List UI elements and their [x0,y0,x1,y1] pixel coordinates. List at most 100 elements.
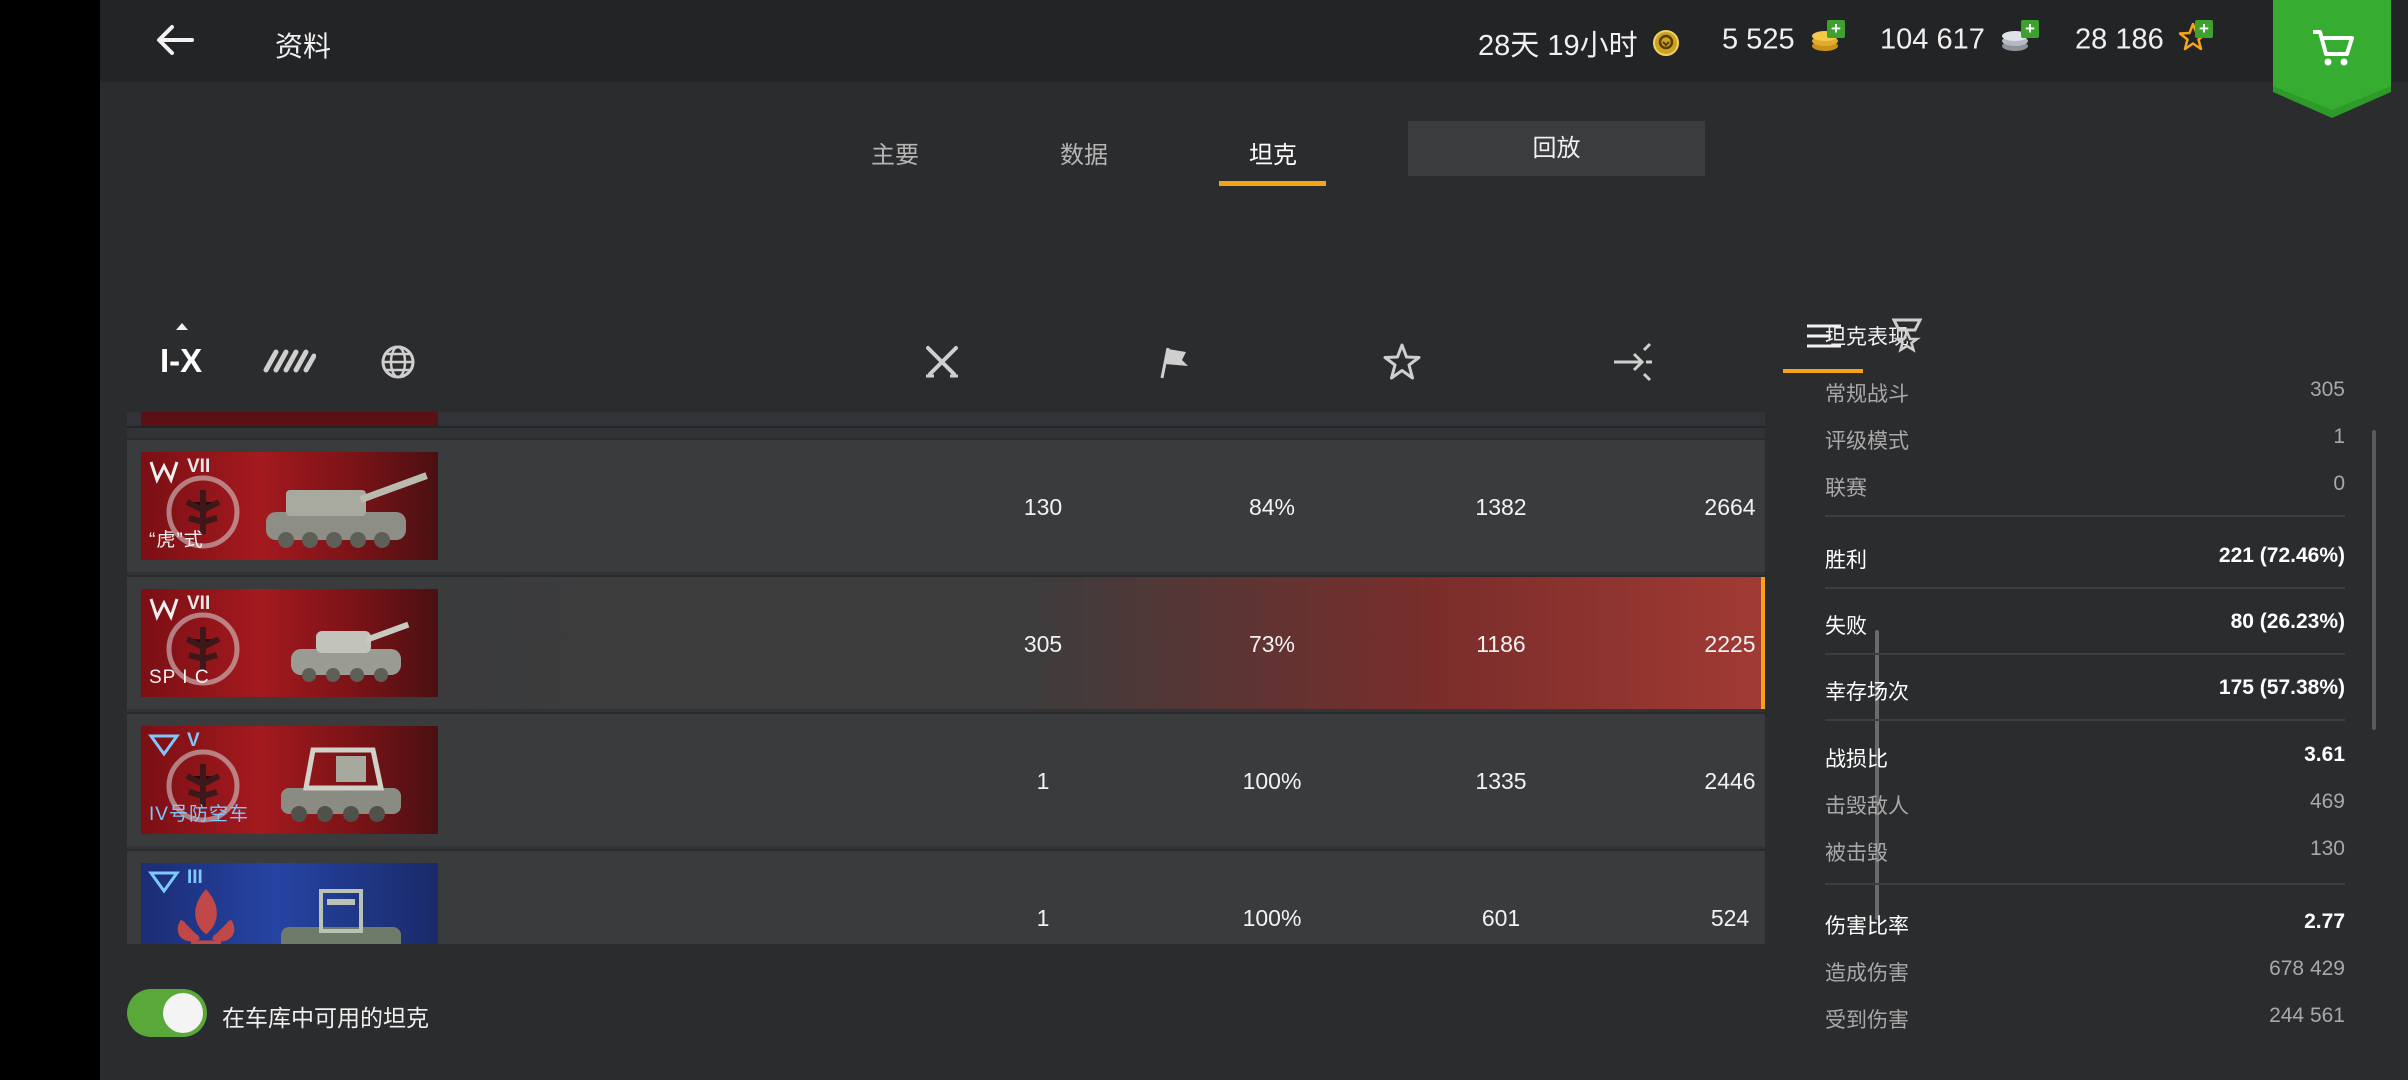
panel-tab-achievements[interactable] [1886,316,1930,356]
stat-value: 80 (26.23%) [2230,610,2345,633]
tank-tier: VII [187,593,211,614]
nation-filter-button[interactable] [262,342,317,387]
cart-icon [2311,28,2355,73]
crossed-swords-icon [920,346,964,388]
tank-name: IV号防空车 [149,804,249,825]
fleur-de-lis-icon [171,887,241,944]
win-rate-value: 100% [1242,768,1302,794]
tab-main[interactable]: 主要 [871,135,919,170]
stat-value: 244 561 [2269,1004,2345,1027]
stat-value: 678 429 [2269,957,2345,980]
stat-label: 击毁敌人 [1825,795,1909,818]
tank-list[interactable]: VII “虎”式 130 84% 1382 2664 VII SP I C 30… [127,412,1765,944]
star-icon [1380,343,1424,388]
tank-thumbnail: V IV号防空车 [141,726,438,834]
globe-icon [378,345,418,386]
stat-label: 被击毁 [1825,842,1888,865]
stat-value: 469 [2309,790,2345,813]
shop-button[interactable] [2273,0,2391,118]
tab-data[interactable]: 数据 [1060,135,1108,170]
tank-model-icon [251,877,431,944]
credits-value: 104 617 [1880,23,1985,56]
tank-row-selected[interactable]: VII SP I C 305 73% 1186 2225 [127,575,1765,709]
tank-thumbnail: VII SP I C [141,589,438,697]
panel-scrollbar[interactable] [2372,430,2376,730]
stat-divider [1825,719,2345,721]
tank-thumbnail: III [141,863,438,944]
list-scrollbar[interactable] [1875,630,1879,920]
win-rate-value: 84% [1248,494,1296,520]
tab-replays[interactable]: 回放 [1408,121,1705,176]
avg-damage-value: 2664 [1704,494,1756,520]
toggle-knob [163,993,203,1033]
list-divider [127,426,1765,428]
active-tab-indicator [1219,181,1326,186]
tank-model-icon [246,460,436,560]
battles-value: 1 [1036,905,1050,931]
tank-row[interactable]: V IV号防空车 1 100% 1335 2446 [127,712,1765,846]
gold-balance[interactable]: 5 525 [1722,22,1841,60]
avg-exp-column-header[interactable] [1380,340,1424,384]
avg-exp-value: 1186 [1476,631,1526,657]
avg-exp-value: 1335 [1475,768,1527,794]
stat-divider [1825,653,2345,655]
garage-available-toggle[interactable] [127,989,207,1037]
free-xp-value: 28 186 [2075,23,2164,56]
shell-hit-icon [1610,342,1654,388]
medal-icon [1886,318,1930,360]
avg-damage-value: 524 [1710,905,1750,931]
page-title: 资料 [275,31,332,62]
stat-label: 联赛 [1825,477,1867,500]
back-arrow-icon[interactable] [150,18,200,62]
stat-label: 幸存场次 [1825,681,1909,704]
stat-divider [1825,587,2345,589]
add-gold-button[interactable]: + [1827,20,1845,38]
panel-tab-stats[interactable] [1803,316,1847,356]
battles-value: 130 [1023,494,1063,520]
tier-filter-label: I-X [160,342,203,379]
sort-up-icon [174,318,190,336]
premium-time[interactable]: 28天 19小时 [1478,22,1680,65]
avg-damage-value: 2446 [1704,768,1756,794]
list-lines-icon [1803,324,1847,360]
add-free-xp-button[interactable]: + [2195,20,2213,38]
tank-class-icon [262,349,317,386]
stat-value: 175 (57.38%) [2218,676,2345,699]
stat-label: 失败 [1825,615,1867,638]
stat-value: 3.61 [2304,743,2345,766]
battles-value: 1 [1036,768,1050,794]
tank-model-icon [251,732,431,834]
stat-value: 305 [2309,378,2345,401]
add-credits-button[interactable]: + [2021,20,2039,38]
avg-damage-column-header[interactable] [1610,340,1654,384]
tank-row[interactable]: III 1 100% 601 524 [127,849,1765,944]
stat-label: 胜利 [1825,549,1867,572]
region-filter-button[interactable] [378,342,418,387]
victory-flag-icon [1150,347,1194,388]
toggle-label: 在车库中可用的坦克 [222,1005,429,1031]
avg-exp-value: 601 [1481,905,1521,931]
tank-row[interactable]: VII “虎”式 130 84% 1382 2664 [127,438,1765,572]
credits-balance[interactable]: 104 617 [1880,22,2031,60]
stat-value: 1 [2333,425,2345,448]
stat-divider [1825,883,2345,885]
tank-name: SP I C [149,667,210,688]
tab-tanks[interactable]: 坦克 [1249,135,1297,170]
avg-damage-value: 2225 [1704,631,1756,657]
premium-time-value: 28天 19小时 [1478,30,1638,62]
stat-value: 2.77 [2304,910,2345,933]
win-rate-column-header[interactable] [1150,340,1194,384]
win-rate-value: 73% [1248,631,1296,657]
avg-exp-value: 1382 [1475,494,1527,520]
stat-value: 221 (72.46%) [2218,544,2345,567]
free-xp-balance[interactable]: 28 186 [2075,22,2208,60]
stat-label: 常规战斗 [1825,383,1909,406]
stat-label: 评级模式 [1825,430,1909,453]
profile-screen: 资料 28天 19小时 5 525 + 104 617 + 28 186 + 主… [100,0,2408,1080]
tank-tier: VII [187,456,211,477]
stat-label: 伤害比率 [1825,915,1909,938]
stat-value: 130 [2309,837,2345,860]
tank-tier: V [187,730,200,751]
battles-column-header[interactable] [920,340,964,384]
win-rate-value: 100% [1242,905,1302,931]
